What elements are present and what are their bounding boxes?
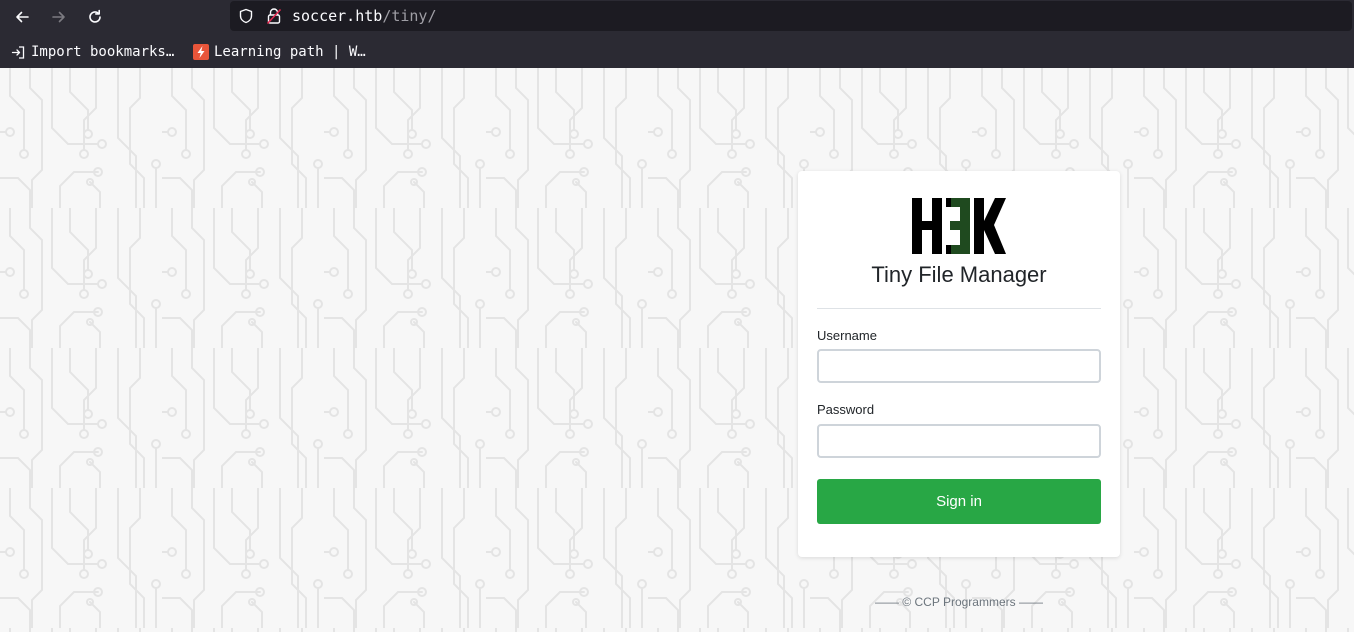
back-arrow-icon xyxy=(16,11,29,23)
h3k-logo xyxy=(912,198,1006,254)
forward-arrow-icon xyxy=(52,11,65,23)
username-input[interactable] xyxy=(817,349,1101,383)
login-card: Tiny File Manager Username Password Sign… xyxy=(798,171,1120,557)
lightning-icon xyxy=(193,44,209,60)
reload-icon xyxy=(89,9,101,23)
browser-chrome: soccer.htb/tiny/ Import bookmarks… Learn… xyxy=(0,0,1354,68)
page-content: Tiny File Manager Username Password Sign… xyxy=(0,68,1354,632)
username-label: Username xyxy=(817,328,877,343)
bookmark-label: Learning path | W… xyxy=(214,44,366,60)
circuit-background-pattern xyxy=(0,68,1354,632)
sign-in-button[interactable]: Sign in xyxy=(817,479,1101,524)
reload-button[interactable] xyxy=(81,4,109,30)
shield-icon[interactable] xyxy=(238,8,254,24)
bookmarks-bar: Import bookmarks… Learning path | W… xyxy=(0,36,1354,68)
bookmark-label: Import bookmarks… xyxy=(31,44,175,60)
bookmark-import[interactable]: Import bookmarks… xyxy=(11,43,174,61)
back-button[interactable] xyxy=(8,4,36,30)
url-bar[interactable]: soccer.htb/tiny/ xyxy=(230,1,1352,31)
app-title: Tiny File Manager xyxy=(871,262,1047,287)
url-host: soccer.htb xyxy=(292,7,383,25)
url-path: /tiny/ xyxy=(382,7,437,25)
url-text[interactable]: soccer.htb/tiny/ xyxy=(292,7,437,25)
password-label: Password xyxy=(817,402,875,417)
bookmark-learning-path[interactable]: Learning path | W… xyxy=(193,43,366,61)
insecure-lock-icon[interactable] xyxy=(266,7,282,25)
password-input[interactable] xyxy=(817,424,1101,458)
forward-button[interactable] xyxy=(45,4,73,30)
footer-credit: —— © CCP Programmers —— xyxy=(875,595,1043,609)
import-icon xyxy=(11,45,26,60)
card-divider xyxy=(817,308,1101,309)
